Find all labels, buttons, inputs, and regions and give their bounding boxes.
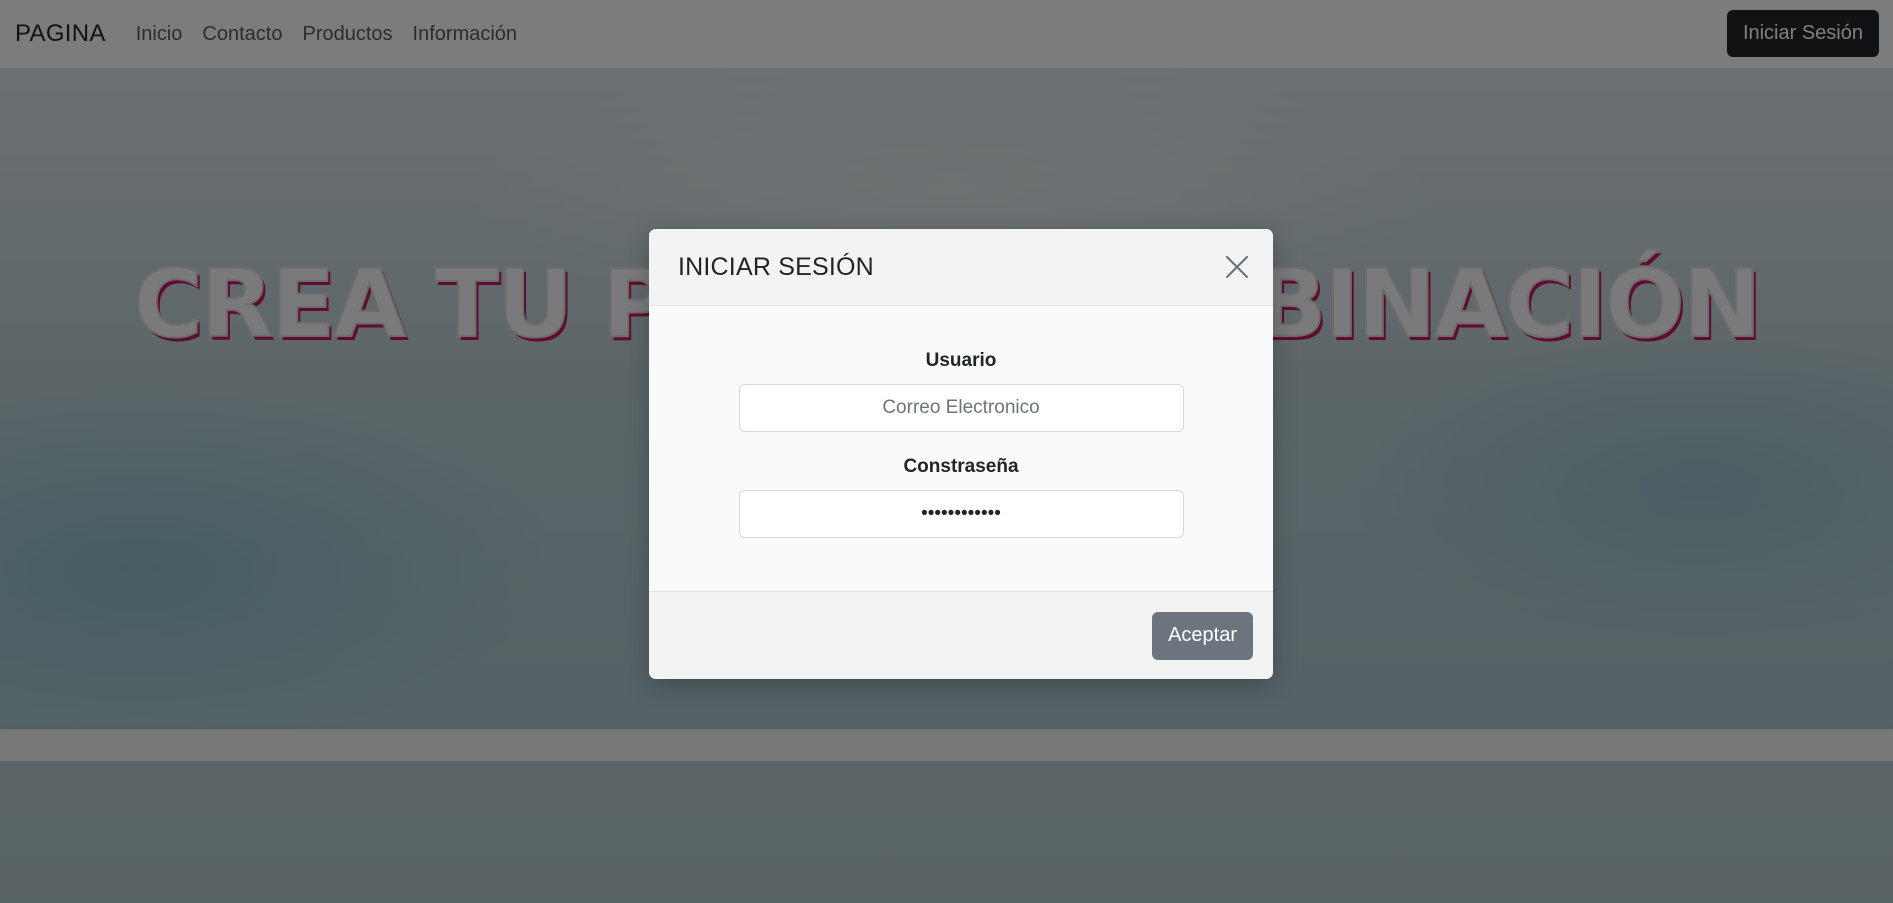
close-icon	[1225, 255, 1249, 279]
accept-button[interactable]: Aceptar	[1152, 611, 1253, 660]
password-label: Constraseña	[903, 456, 1019, 477]
modal-title: INICIAR SESIÓN	[678, 252, 874, 281]
email-field[interactable]	[738, 384, 1184, 432]
login-modal: INICIAR SESIÓN Usuario Constraseña Acept…	[649, 229, 1273, 679]
password-field[interactable]	[738, 490, 1184, 538]
modal-body: Usuario Constraseña	[649, 306, 1273, 591]
username-label: Usuario	[925, 350, 997, 371]
modal-header: INICIAR SESIÓN	[649, 229, 1273, 306]
close-button[interactable]	[1219, 249, 1255, 285]
modal-footer: Aceptar	[649, 591, 1273, 679]
